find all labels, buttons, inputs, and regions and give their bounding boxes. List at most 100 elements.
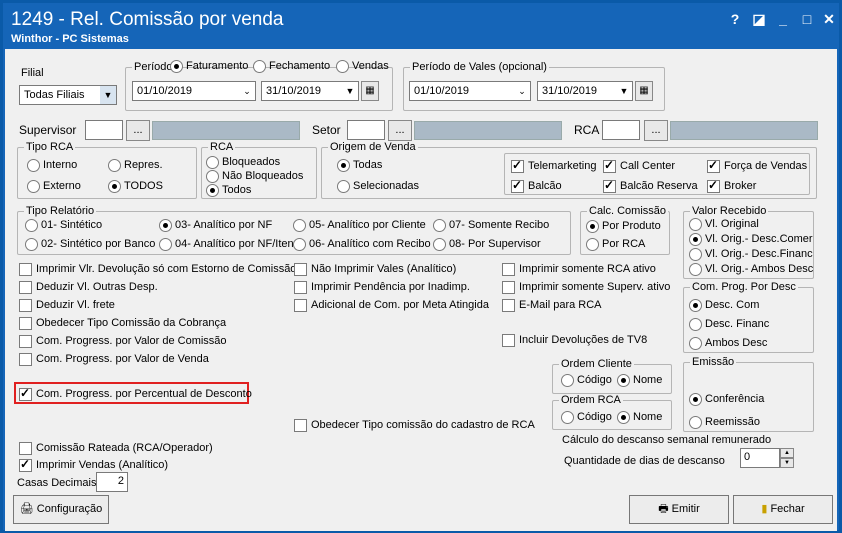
relatorio-04-radio[interactable]: 04- Analítico por NF/Itens — [159, 237, 299, 251]
comissao-rateada-checkbox[interactable]: Comissão Rateada (RCA/Operador) — [19, 441, 213, 455]
maximize-button[interactable]: □ — [797, 9, 817, 29]
ordem-cliente-codigo-radio[interactable]: Código — [561, 373, 612, 387]
com-prog-desc-com-radio[interactable]: Desc. Com — [689, 298, 759, 312]
configuracao-label: Configuração — [36, 503, 103, 515]
calc-por-produto-radio[interactable]: Por Produto — [586, 219, 661, 233]
check-icon: ✓ — [512, 178, 523, 192]
deduzir-frete-checkbox[interactable]: Deduzir Vl. frete — [19, 298, 115, 312]
supervisor-search-button[interactable]: ... — [126, 120, 150, 141]
spin-down-icon[interactable]: ▼ — [780, 458, 794, 468]
vales-date-to[interactable]: 31/10/2019 ▼ — [537, 81, 633, 101]
tipo-rca-interno-radio[interactable]: Interno — [27, 158, 77, 172]
chevron-down-icon: ⌄ — [243, 86, 251, 96]
rca-todos-radio[interactable]: Todos — [206, 183, 251, 197]
calc-por-rca-radio[interactable]: Por RCA — [586, 237, 645, 251]
com-prog-desc-financ-radio[interactable]: Desc. Financ — [689, 317, 769, 331]
tipo-rca-repres-radio[interactable]: Repres. — [108, 158, 163, 172]
relatorio-03-radio[interactable]: 03- Analítico por NF — [159, 218, 272, 232]
adicional-meta-checkbox[interactable]: Adicional de Com. por Meta Atingida — [294, 298, 489, 312]
rca-name-field — [670, 121, 818, 140]
spin-up-icon[interactable]: ▲ — [780, 448, 794, 458]
valor-original-radio[interactable]: Vl. Original — [689, 217, 759, 231]
relatorio-02-radio[interactable]: 02- Sintético por Banco — [25, 237, 155, 251]
periodo-date-to[interactable]: 31/10/2019 ▼ — [261, 81, 359, 101]
close-button[interactable]: ✕ — [819, 9, 839, 29]
calendar-icon[interactable]: ▦ — [361, 81, 379, 101]
relatorio-05-radio[interactable]: 05- Analítico por Cliente — [293, 218, 426, 232]
call-center-checkbox[interactable]: ✓ Call Center — [603, 158, 675, 173]
forca-vendas-checkbox[interactable]: ✓ Força de Vendas — [707, 158, 807, 173]
somente-superv-ativo-checkbox[interactable]: Imprimir somente Superv. ativo — [502, 280, 670, 294]
valor-desc-financ-radio[interactable]: Vl. Orig.- Desc.Financ — [689, 247, 813, 261]
periodo-vendas-radio[interactable]: Vendas — [336, 59, 389, 73]
balcao-reserva-checkbox[interactable]: ✓ Balcão Reserva — [603, 178, 698, 193]
periodo-fechamento-radio[interactable]: Fechamento — [253, 59, 330, 73]
valor-desc-comer-radio[interactable]: Vl. Orig.- Desc.Comer — [689, 232, 813, 246]
nao-imprimir-vales-checkbox[interactable]: Não Imprimir Vales (Analítico) — [294, 262, 456, 276]
rca-bloqueados-radio[interactable]: Bloqueados — [206, 155, 280, 169]
setor-code-input[interactable] — [347, 120, 385, 140]
minimize-button[interactable]: _ — [773, 9, 793, 29]
com-progress-percentual-desconto-checkbox[interactable]: ✓ Com. Progress. por Percentual de Descon… — [19, 386, 252, 401]
tipo-rca-externo-radio[interactable]: Externo — [27, 179, 81, 193]
restore-icon[interactable]: ◪ — [749, 9, 769, 29]
relatorio-06-radio[interactable]: 06- Analítico com Recibo — [293, 237, 431, 251]
emissao-conferencia-radio[interactable]: Conferência — [689, 392, 764, 406]
tipo-rca-todos-radio[interactable]: TODOS — [108, 179, 163, 193]
check-icon: ✓ — [708, 178, 719, 192]
emitir-button[interactable]: 🖶 Emitir — [629, 495, 729, 524]
chevron-down-icon: ▼ — [100, 86, 116, 104]
periodo-date-from[interactable]: 01/10/2019 ⌄ — [132, 81, 256, 101]
help-button[interactable]: ? — [725, 9, 745, 29]
vales-date-from[interactable]: 01/10/2019 ⌄ — [409, 81, 531, 101]
setor-name-field — [414, 121, 562, 140]
casas-decimais-input[interactable]: 2 — [96, 472, 128, 492]
relatorio-01-radio[interactable]: 01- Sintético — [25, 218, 102, 232]
balcao-checkbox[interactable]: ✓ Balcão — [511, 178, 562, 193]
filial-select[interactable]: Todas Filiais ▼ — [19, 85, 117, 105]
ordem-cliente-title: Ordem Cliente — [559, 358, 634, 370]
emissao-reemissao-radio[interactable]: Reemissão — [689, 415, 760, 429]
valor-recebido-title: Valor Recebido — [690, 205, 769, 217]
relatorio-07-radio[interactable]: 07- Somente Recibo — [433, 218, 549, 232]
filial-label: Filial — [21, 67, 44, 79]
ordem-rca-codigo-radio[interactable]: Código — [561, 410, 612, 424]
imprimir-devolucao-checkbox[interactable]: Imprimir Vlr. Devolução só com Estorno d… — [19, 262, 296, 276]
periodo-faturamento-radio[interactable]: Faturamento — [170, 59, 248, 73]
origem-todas-radio[interactable]: Todas — [337, 158, 382, 172]
fechar-button[interactable]: ▮ Fechar — [733, 495, 833, 524]
calc-comissao-title: Calc. Comissão — [587, 205, 669, 217]
origem-selecionadas-radio[interactable]: Selecionadas — [337, 179, 419, 193]
rca-code-input[interactable] — [602, 120, 640, 140]
com-progress-valor-comissao-checkbox[interactable]: Com. Progress. por Valor de Comissão — [19, 334, 227, 348]
rca-nao-bloqueados-radio[interactable]: Não Bloqueados — [206, 169, 303, 183]
somente-rca-ativo-checkbox[interactable]: Imprimir somente RCA ativo — [502, 262, 656, 276]
check-icon: ✓ — [512, 158, 523, 172]
ordem-cliente-nome-radio[interactable]: Nome — [617, 373, 662, 387]
broker-checkbox[interactable]: ✓ Broker — [707, 178, 756, 193]
configuracao-button[interactable]: 🖨 Configuração — [13, 495, 109, 524]
obedecer-tipo-cadastro-rca-checkbox[interactable]: Obedecer Tipo comissão do cadastro de RC… — [294, 418, 535, 432]
com-progress-valor-venda-checkbox[interactable]: Com. Progress. por Valor de Venda — [19, 352, 209, 366]
origem-title: Origem de Venda — [328, 141, 418, 153]
descanso-days-input[interactable]: 0 — [740, 448, 780, 468]
relatorio-08-radio[interactable]: 08- Por Supervisor — [433, 237, 541, 251]
window-subtitle: Winthor - PC Sistemas — [11, 33, 129, 45]
periodo-date-to-value: 31/10/2019 — [266, 85, 322, 97]
calendar-icon[interactable]: ▦ — [635, 81, 653, 101]
email-rca-checkbox[interactable]: E-Mail para RCA — [502, 298, 602, 312]
ordem-rca-nome-radio[interactable]: Nome — [617, 410, 662, 424]
chevron-down-icon: ▼ — [345, 86, 355, 96]
telemarketing-checkbox[interactable]: ✓ Telemarketing — [511, 158, 596, 173]
deduzir-outras-desp-checkbox[interactable]: Deduzir Vl. Outras Desp. — [19, 280, 158, 294]
incluir-devolucoes-tv8-checkbox[interactable]: Incluir Devoluções de TV8 — [502, 333, 647, 347]
com-prog-ambos-radio[interactable]: Ambos Desc — [689, 336, 767, 350]
imprimir-pendencia-checkbox[interactable]: Imprimir Pendência por Inadimp. — [294, 280, 470, 294]
setor-search-button[interactable]: ... — [388, 120, 412, 141]
printer-icon: 🖶 — [658, 503, 669, 515]
valor-ambos-desc-radio[interactable]: Vl. Orig.- Ambos Desc — [689, 262, 813, 276]
obedecer-tipo-cobranca-checkbox[interactable]: Obedecer Tipo Comissão da Cobrança — [19, 316, 226, 330]
rca-search-button[interactable]: ... — [644, 120, 668, 141]
imprimir-vendas-analitico-checkbox[interactable]: ✓ Imprimir Vendas (Analítico) — [19, 457, 168, 472]
supervisor-code-input[interactable] — [85, 120, 123, 140]
